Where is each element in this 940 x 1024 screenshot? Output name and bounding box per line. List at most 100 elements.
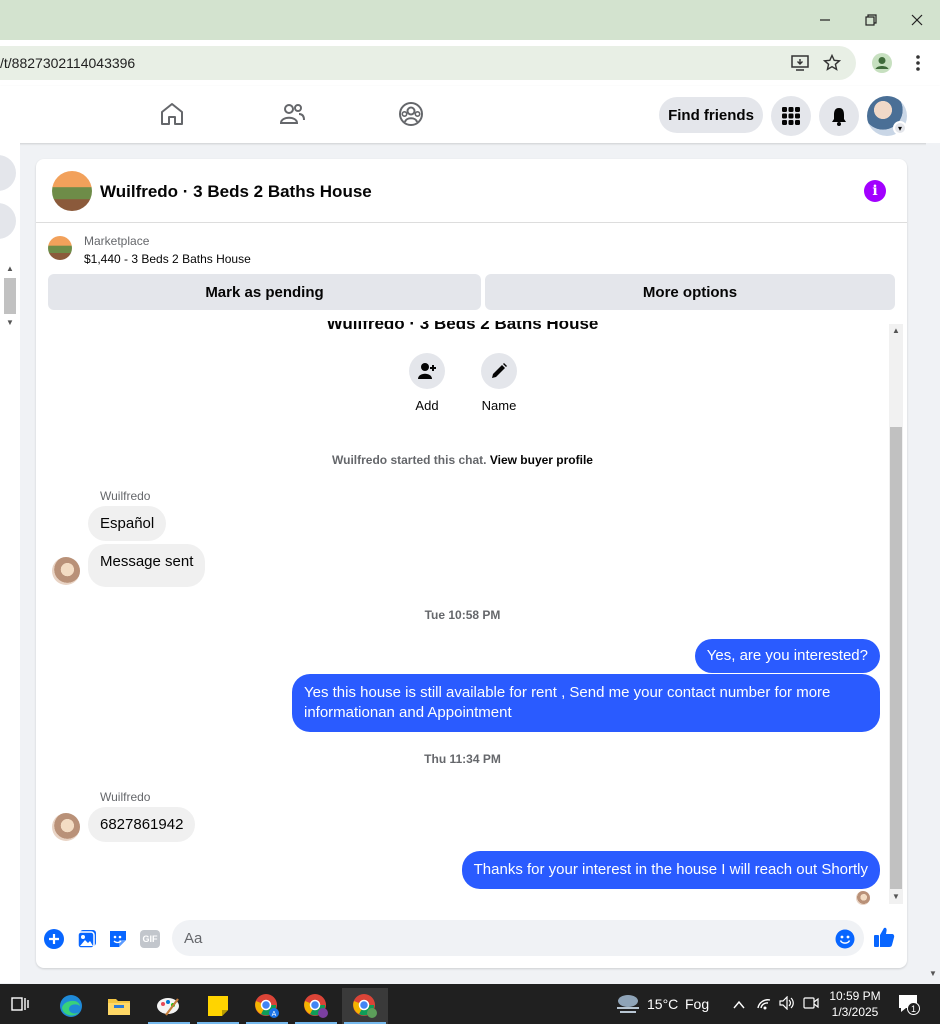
grid-menu-icon xyxy=(782,107,800,125)
listing-small-thumbnail[interactable] xyxy=(48,236,72,260)
sender-name: Wuilfredo xyxy=(100,489,151,503)
profile-icon[interactable] xyxy=(870,51,894,75)
notification-count-badge: 1 xyxy=(907,1002,920,1015)
clock-date: 1/3/2025 xyxy=(831,1005,879,1019)
restore-button[interactable] xyxy=(848,0,894,40)
view-buyer-profile-link[interactable]: View buyer profile xyxy=(490,453,593,467)
name-action[interactable]: Name xyxy=(479,353,519,413)
chrome-profile-c-icon[interactable] xyxy=(342,988,388,1024)
peer-avatar[interactable] xyxy=(52,557,80,585)
notification-center-icon[interactable]: 1 xyxy=(898,994,920,1015)
friends-icon[interactable] xyxy=(278,100,306,128)
url-text: /t/8827302114043396 xyxy=(0,55,136,71)
edge-icon[interactable] xyxy=(48,988,94,1024)
plus-icon[interactable] xyxy=(43,928,65,950)
message-composer: GIF xyxy=(36,914,907,962)
minimize-icon xyxy=(820,19,830,21)
add-action[interactable]: Add xyxy=(407,353,447,413)
image-icon[interactable] xyxy=(76,928,98,950)
chrome-profile-b-icon[interactable] xyxy=(293,988,339,1024)
page-scrollbar[interactable]: ▼ xyxy=(926,143,940,983)
chrome-profile-a-icon[interactable]: A xyxy=(244,988,290,1024)
network-icon[interactable] xyxy=(756,996,772,1015)
browser-titlebar xyxy=(0,0,940,40)
timestamp: Thu 11:34 PM xyxy=(424,752,501,766)
marketplace-label: Marketplace xyxy=(84,234,150,248)
url-field[interactable]: /t/8827302114043396 xyxy=(0,46,856,80)
close-icon xyxy=(911,14,923,26)
outgoing-message[interactable]: Thanks for your interest in the house I … xyxy=(461,851,880,889)
weather-description[interactable]: Fog xyxy=(685,996,709,1012)
like-icon[interactable] xyxy=(873,926,895,948)
info-icon[interactable]: i xyxy=(864,180,886,202)
message-input[interactable] xyxy=(172,920,864,956)
more-options-button[interactable]: More options xyxy=(485,274,895,310)
chevron-up-icon[interactable] xyxy=(733,997,745,1015)
chat-panel: Wuilfredo · 3 Beds 2 Baths House i Marke… xyxy=(36,159,907,968)
bell-icon xyxy=(832,108,846,126)
restore-icon xyxy=(865,14,877,26)
scroll-down-arrow[interactable]: ▼ xyxy=(6,318,14,327)
weather-temperature[interactable]: 15°C xyxy=(647,996,678,1012)
sticky-notes-icon[interactable] xyxy=(195,988,241,1024)
sender-name: Wuilfredo xyxy=(100,790,151,804)
pencil-icon xyxy=(481,353,517,389)
scroll-down-arrow[interactable]: ▼ xyxy=(929,969,937,978)
left-sidebar-fragment: ▲ ▼ xyxy=(0,143,20,983)
sidebar-button[interactable] xyxy=(0,203,16,239)
sticker-icon[interactable] xyxy=(107,928,129,950)
volume-icon[interactable] xyxy=(779,995,795,1015)
conversation-title: Wuilfredo · 3 Beds 2 Baths House xyxy=(326,321,599,333)
system-clock[interactable]: 10:59 PM 1/3/2025 xyxy=(826,988,884,1020)
scroll-up-arrow[interactable]: ▲ xyxy=(892,326,900,335)
paint-app-icon[interactable] xyxy=(146,988,192,1024)
menu-button[interactable] xyxy=(771,96,811,136)
scroll-down-arrow[interactable]: ▼ xyxy=(892,892,900,901)
message-thread: Wuilfredo · 3 Beds 2 Baths House Add Nam… xyxy=(36,321,907,906)
bookmark-star-icon[interactable] xyxy=(820,51,844,75)
clock-time: 10:59 PM xyxy=(829,989,881,1003)
mark-as-pending-button[interactable]: Mark as pending xyxy=(48,274,481,310)
system-message-text: Wuilfredo started this chat. xyxy=(332,453,487,467)
thread-scrollbar-thumb[interactable] xyxy=(890,427,902,889)
system-message: Wuilfredo started this chat. View buyer … xyxy=(36,453,889,467)
address-bar-row: /t/8827302114043396 xyxy=(0,40,940,86)
emoji-icon[interactable] xyxy=(834,928,856,950)
taskbar: A 15°C Fog 10:59 PM 1/3/2025 1 xyxy=(0,984,940,1024)
file-explorer-icon[interactable] xyxy=(96,988,142,1024)
outgoing-message[interactable]: Yes this house is still available for re… xyxy=(292,674,880,732)
timestamp: Tue 10:58 PM xyxy=(424,608,501,622)
gif-icon[interactable]: GIF xyxy=(139,928,161,950)
meet-now-icon[interactable] xyxy=(803,996,819,1015)
peer-avatar[interactable] xyxy=(52,813,80,841)
browser-menu-icon[interactable] xyxy=(906,51,930,75)
chat-title[interactable]: Wuilfredo · 3 Beds 2 Baths House xyxy=(100,182,372,202)
svg-text:A: A xyxy=(272,1011,277,1018)
notifications-button[interactable] xyxy=(819,96,859,136)
name-label: Name xyxy=(481,398,517,413)
home-icon[interactable] xyxy=(158,100,186,128)
minimize-button[interactable] xyxy=(802,0,848,40)
add-label: Add xyxy=(415,398,439,413)
thread-scrollbar[interactable]: ▲ ▼ xyxy=(889,324,903,904)
outgoing-message[interactable]: Yes, are you interested? xyxy=(694,639,880,673)
chevron-down-icon[interactable]: ▾ xyxy=(893,121,907,135)
scroll-up-arrow[interactable]: ▲ xyxy=(6,264,14,273)
sidebar-scrollbar-thumb[interactable] xyxy=(4,278,16,314)
incoming-message[interactable]: Español xyxy=(88,506,167,541)
incoming-message[interactable]: 6827861942 xyxy=(88,807,196,842)
chat-header: Wuilfredo · 3 Beds 2 Baths House i xyxy=(36,159,907,223)
close-button[interactable] xyxy=(894,0,940,40)
gif-label: GIF xyxy=(140,930,160,948)
seen-avatar xyxy=(856,891,870,905)
find-friends-button[interactable]: Find friends xyxy=(659,97,763,133)
groups-icon[interactable] xyxy=(397,100,425,128)
weather-fog-icon[interactable] xyxy=(614,992,642,1021)
add-person-icon xyxy=(409,353,445,389)
sidebar-button[interactable] xyxy=(0,155,16,191)
listing-title[interactable]: $1,440 - 3 Beds 2 Baths House xyxy=(84,252,251,266)
listing-thumbnail[interactable] xyxy=(52,171,92,211)
task-view-icon[interactable] xyxy=(0,984,40,1024)
install-app-icon[interactable] xyxy=(788,51,812,75)
incoming-message[interactable]: Message sent xyxy=(88,544,206,587)
